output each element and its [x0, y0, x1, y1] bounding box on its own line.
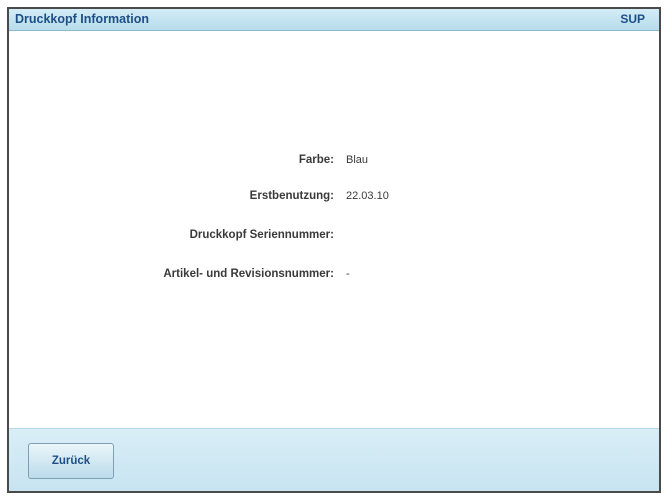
- title-bar: Druckkopf Information SUP: [9, 9, 659, 31]
- page-title: Druckkopf Information: [15, 12, 150, 26]
- color-label: Farbe:: [298, 154, 334, 166]
- info-row-article-revision: Artikel- und Revisionsnummer: -: [9, 268, 659, 286]
- info-row-serial-number: Druckkopf Seriennummer:: [9, 229, 659, 247]
- first-use-label: Erstbenutzung:: [249, 190, 334, 202]
- color-value: Blau: [346, 154, 369, 166]
- article-revision-label: Artikel- und Revisionsnummer:: [163, 268, 334, 280]
- info-row-first-use: Erstbenutzung: 22.03.10: [9, 190, 659, 208]
- info-panel: Farbe: Blau Erstbenutzung: 22.03.10 Druc…: [9, 31, 659, 429]
- window-frame: Druckkopf Information SUP Farbe: Blau Er…: [7, 7, 661, 493]
- info-row-color: Farbe: Blau: [9, 154, 659, 172]
- footer-bar: Zurück: [9, 428, 659, 491]
- back-button[interactable]: Zurück: [28, 443, 114, 479]
- serial-number-label: Druckkopf Seriennummer:: [189, 229, 334, 241]
- user-badge: SUP: [620, 12, 645, 26]
- first-use-value: 22.03.10: [346, 190, 389, 202]
- article-revision-value: -: [346, 268, 350, 280]
